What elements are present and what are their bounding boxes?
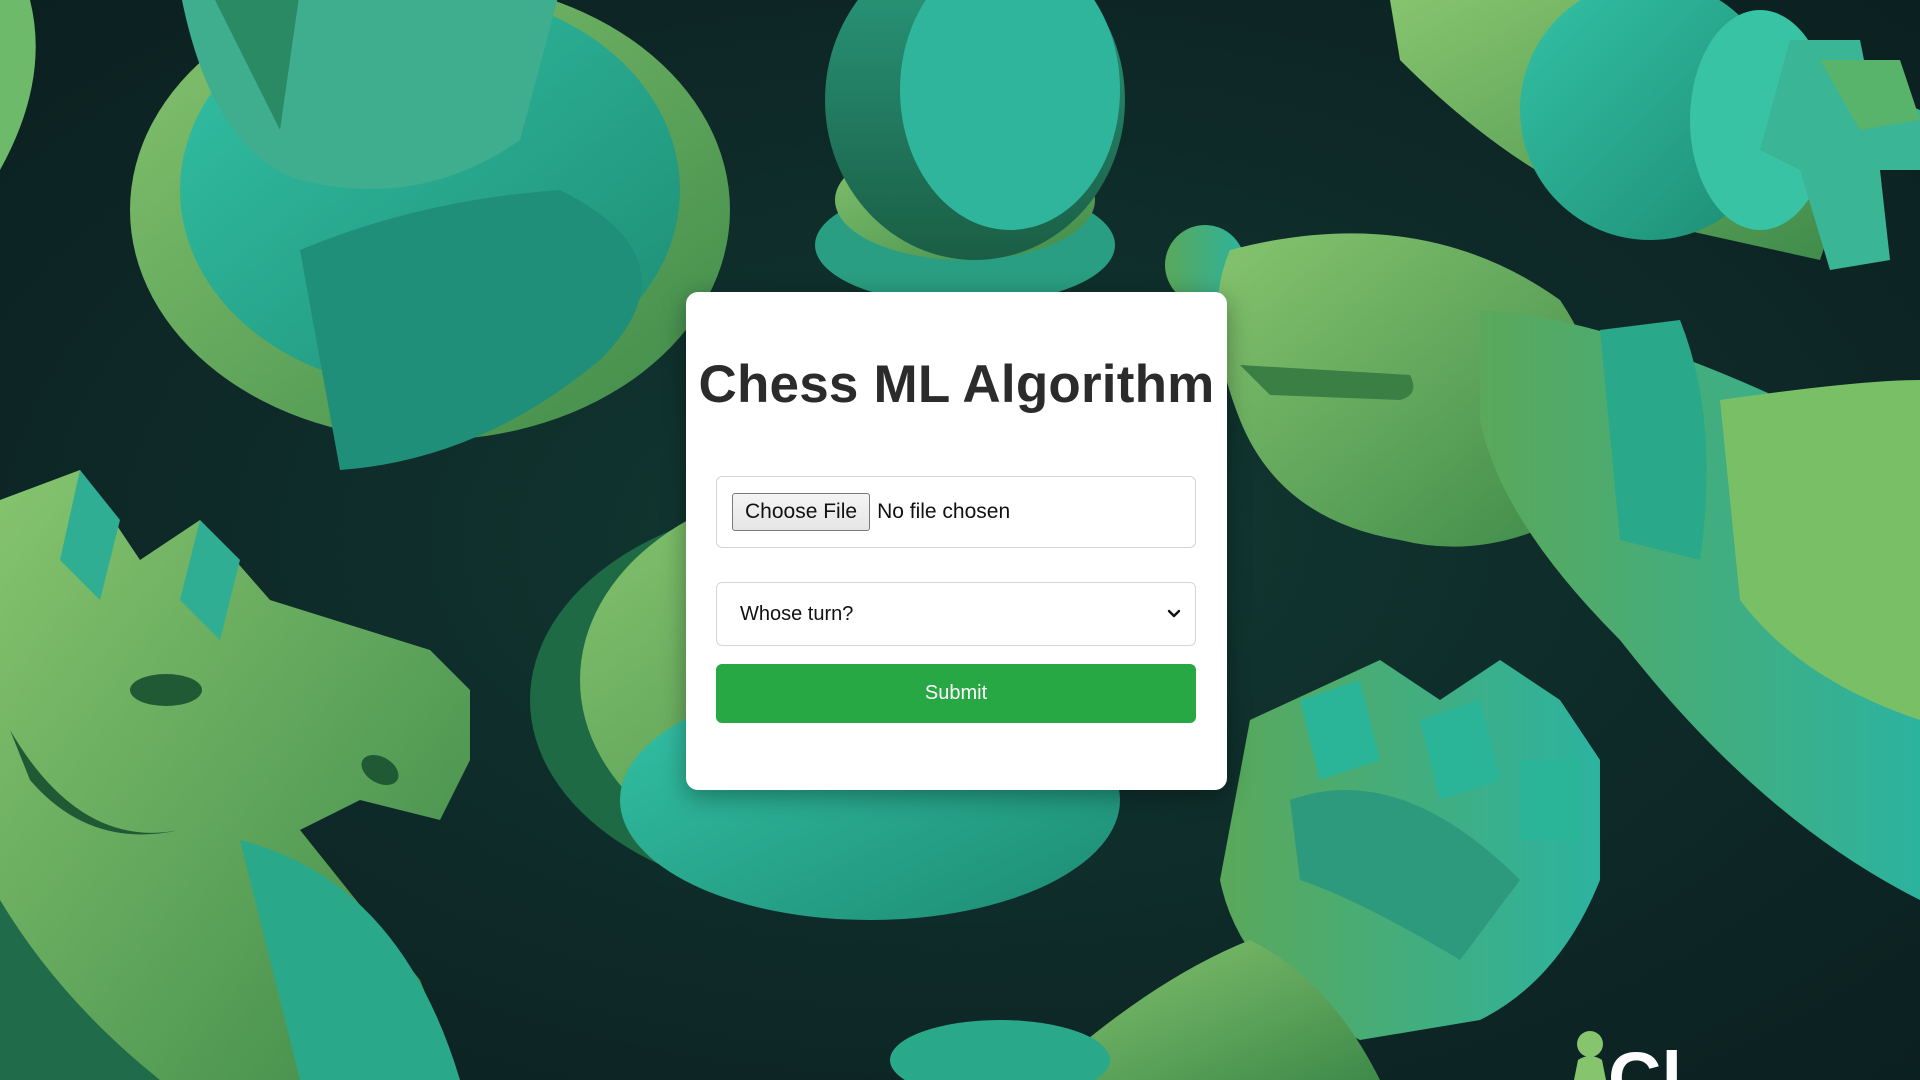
turn-select-value: Whose turn? [740, 602, 854, 625]
choose-file-button[interactable]: Choose File [732, 493, 871, 531]
chevron-down-icon [1167, 609, 1181, 618]
page-title: Chess ML Algorithm [698, 355, 1215, 414]
file-status-text: No file chosen [877, 500, 1011, 523]
form-card: Chess ML Algorithm Choose File No file c… [686, 292, 1227, 790]
file-input[interactable]: Choose File No file chosen [716, 476, 1196, 548]
submit-button[interactable]: Submit [716, 664, 1196, 723]
queen-piece-icon [130, 0, 730, 470]
king-piece-icon [1390, 0, 1920, 270]
knight-piece-icon [0, 470, 470, 1080]
turn-select[interactable]: Whose turn? [716, 582, 1196, 646]
corner-logo-text: Cl [1608, 1037, 1682, 1080]
pawn-piece-icon [815, 0, 1125, 305]
